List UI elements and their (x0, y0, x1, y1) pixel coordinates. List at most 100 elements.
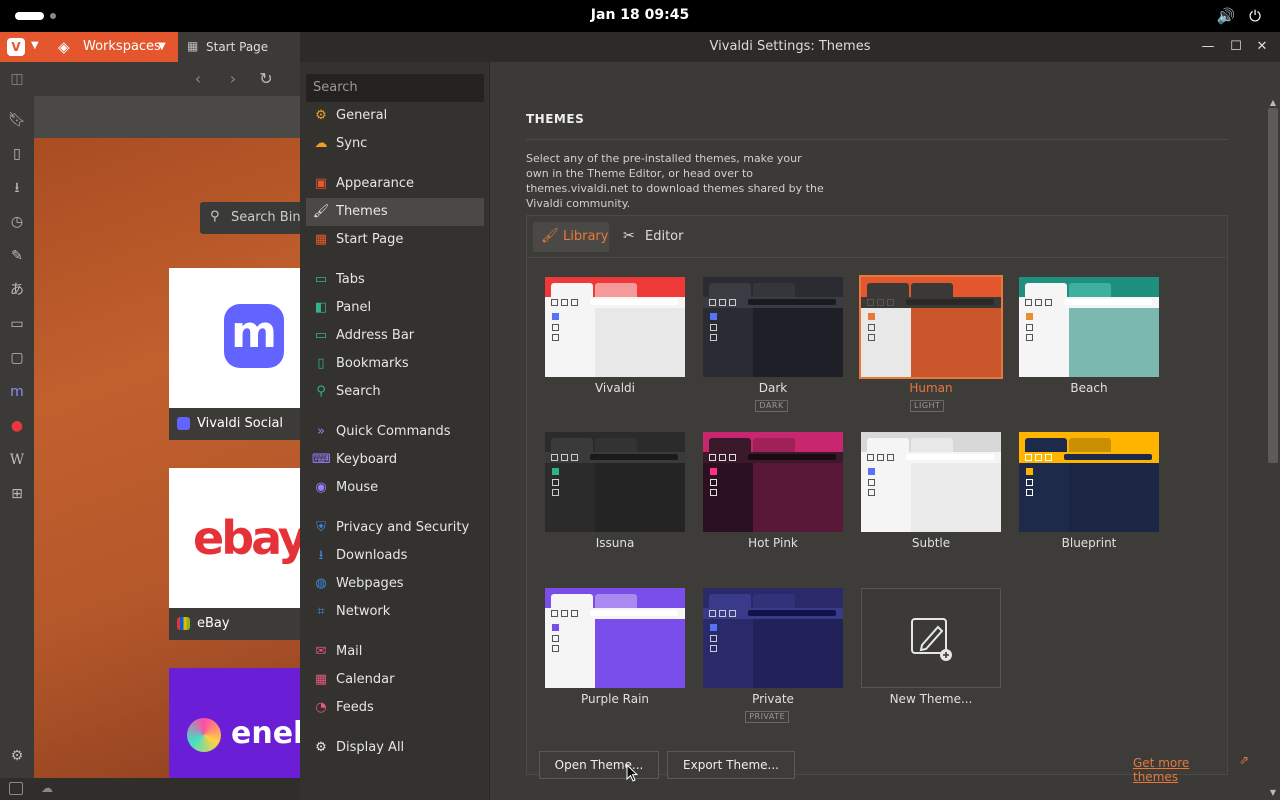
open-theme-button[interactable]: Open Theme... (539, 751, 659, 779)
grid-icon: ▦ (187, 39, 199, 53)
sidebar-item-webpages[interactable]: ◍ Webpages (306, 570, 484, 598)
theme-thumbnail[interactable] (1019, 432, 1159, 532)
add-panel-icon[interactable]: ⊞ (7, 484, 27, 504)
vivaldi-menu-button[interactable]: V ▼ (0, 32, 48, 62)
theme-preview-part (1026, 313, 1033, 320)
sidebar-item-label: Mouse (336, 480, 379, 495)
sidebar-item-feeds[interactable]: ◔ Feeds (306, 694, 484, 722)
panel-toggle-icon[interactable] (9, 782, 23, 795)
settings-search-input[interactable]: Search (306, 74, 484, 102)
sidebar-item-downloads[interactable]: ⭳ Downloads (306, 542, 484, 570)
chat-icon[interactable]: ▢ (7, 348, 27, 368)
sidebar-item-calendar[interactable]: ▦ Calendar (306, 666, 484, 694)
new-theme-button[interactable] (861, 588, 1001, 688)
sidebar-item-keyboard[interactable]: ⌨ Keyboard (306, 446, 484, 474)
mastodon-icon[interactable]: m (7, 382, 27, 402)
window-icon[interactable]: ▭ (7, 314, 27, 334)
sidebar-item-network[interactable]: ⌗ Network (306, 598, 484, 626)
back-icon[interactable]: ‹ (188, 69, 208, 89)
power-icon[interactable]: ⏻ (1245, 6, 1265, 26)
start-page-header (34, 96, 300, 138)
scrollbar-thumb[interactable] (1268, 108, 1278, 463)
maximize-icon[interactable]: ☐ (1226, 37, 1246, 57)
reading-list-icon[interactable]: ▯ (7, 144, 27, 164)
volume-icon[interactable]: 🔊 (1216, 6, 1236, 26)
download-icon[interactable]: ⭳ (7, 178, 27, 198)
theme-thumbnail[interactable] (703, 432, 843, 532)
sidebar-item-sync[interactable]: ☁ Sync (306, 130, 484, 158)
theme-preview-part (867, 454, 874, 461)
theme-thumbnail[interactable] (1019, 277, 1159, 377)
bookmark-icon[interactable]: 🔖︎ (7, 110, 27, 130)
vivaldi-panel-icon[interactable]: ● (7, 416, 27, 436)
external-link-icon[interactable]: ⇗ (1239, 753, 1249, 767)
tab-editor[interactable]: ✂ Editor (615, 222, 685, 252)
search-bing-field[interactable]: ⚲ Search Bing (200, 202, 300, 234)
speed-dial-ebay[interactable]: ebay eBay (169, 468, 300, 640)
mastodon-logo: m (224, 304, 284, 368)
speed-dial-caption: eBay (169, 608, 300, 640)
sidebar-item-themes[interactable]: 🖌︎ Themes (306, 198, 484, 226)
sidebar-item-label: Quick Commands (336, 424, 451, 439)
tab-library[interactable]: 🖌︎ Library (533, 222, 609, 252)
sidebar-item-mouse[interactable]: ◉ Mouse (306, 474, 484, 502)
theme-preview-part (551, 283, 593, 297)
theme-thumbnail[interactable] (545, 277, 685, 377)
sync-cloud-icon[interactable]: ☁ (41, 781, 53, 795)
sidebar-item-search[interactable]: ⚲ Search (306, 378, 484, 406)
theme-thumbnail[interactable] (859, 275, 1003, 379)
panel-toggle-icon[interactable]: ◫ (7, 69, 27, 89)
close-icon[interactable]: ✕ (1252, 37, 1272, 57)
history-icon[interactable]: ◷ (7, 212, 27, 232)
forward-icon[interactable]: › (223, 69, 243, 89)
notes-icon[interactable]: ✎ (7, 246, 27, 266)
settings-gear-icon[interactable]: ⚙ (7, 746, 27, 766)
theme-preview-part (595, 463, 685, 532)
system-clock[interactable]: Jan 18 09:45 (560, 7, 720, 23)
sidebar-item-label: Search (336, 384, 381, 399)
theme-preview-part (551, 299, 558, 306)
speed-dial-vivaldi-social[interactable]: m Vivaldi Social (169, 268, 300, 440)
sidebar-item-bookmarks[interactable]: ▯ Bookmarks (306, 350, 484, 378)
sidebar-item-tabs[interactable]: ▭ Tabs (306, 266, 484, 294)
wikipedia-icon[interactable]: W (7, 450, 27, 470)
sidebar-item-label: Display All (336, 740, 405, 755)
export-theme-button[interactable]: Export Theme... (667, 751, 795, 779)
sidebar-item-privacy-and-security[interactable]: ⛨ Privacy and Security (306, 514, 484, 542)
get-more-themes-link[interactable]: Get more themes (1133, 756, 1227, 784)
theme-thumbnail[interactable] (545, 588, 685, 688)
sidebar-item-display-all[interactable]: ⚙ Display All (306, 734, 484, 762)
mastodon-favicon (177, 417, 190, 430)
sidebar-item-quick-commands[interactable]: » Quick Commands (306, 418, 484, 446)
theme-preview-part (552, 468, 559, 475)
sidebar-item-start-page[interactable]: ▦ Start Page (306, 226, 484, 254)
sidebar-item-panel[interactable]: ◧ Panel (306, 294, 484, 322)
activities-indicator[interactable] (15, 12, 44, 20)
sidebar-item-appearance[interactable]: ▣ Appearance (306, 170, 484, 198)
minimize-icon[interactable]: — (1198, 37, 1218, 57)
workspaces-button[interactable]: ◈ Workspaces ▼ (48, 32, 178, 62)
theme-preview-part (748, 454, 836, 460)
sidebar-item-general[interactable]: ⚙ General (306, 102, 484, 130)
theme-thumbnail[interactable] (861, 432, 1001, 532)
theme-thumbnail[interactable] (703, 588, 843, 688)
theme-preview-part (571, 299, 578, 306)
theme-preview-part (595, 438, 637, 452)
sidebar-item-address-bar[interactable]: ▭ Address Bar (306, 322, 484, 350)
translate-icon[interactable]: あ (7, 280, 27, 300)
theme-preview-part (710, 313, 717, 320)
scrollbar[interactable]: ▲ ▼ (1268, 98, 1278, 798)
sidebar-item-mail[interactable]: ✉ Mail (306, 638, 484, 666)
tab-start-page[interactable]: ▦ Start Page (178, 32, 300, 62)
scroll-up-icon[interactable]: ▲ (1268, 98, 1278, 108)
speed-dial-eneba[interactable]: eneb (169, 668, 300, 778)
theme-thumbnail[interactable] (545, 432, 685, 532)
scroll-down-icon[interactable]: ▼ (1268, 788, 1278, 798)
sidebar-item-label: Tabs (336, 272, 365, 287)
theme-name: Dark (758, 381, 788, 395)
theme-thumbnail[interactable] (703, 277, 843, 377)
theme-preview-part (753, 308, 843, 377)
reload-icon[interactable]: ↻ (256, 69, 276, 89)
theme-preview-part (552, 635, 559, 642)
chevron-down-icon: ▼ (158, 41, 166, 52)
